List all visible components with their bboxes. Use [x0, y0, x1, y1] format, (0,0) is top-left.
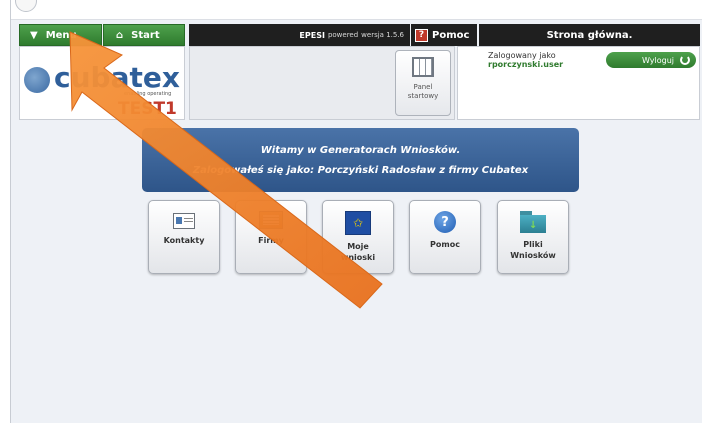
epesi-powered: powered — [327, 31, 359, 39]
help-icon: ? — [434, 211, 456, 233]
environment-label: TEST1 — [118, 99, 177, 119]
company-icon — [259, 211, 283, 229]
home-icon: ⌂ — [116, 29, 124, 41]
start-label: Start — [131, 29, 160, 41]
dashboard-label-line2: startowy — [407, 92, 439, 100]
tile-help[interactable]: ? Pomoc — [409, 200, 481, 274]
company-logo[interactable]: cubatex enabling operating TEST1 — [19, 46, 185, 120]
tile-label: Pliki Wniosków — [510, 240, 556, 260]
page-title: Strona główna. — [479, 24, 700, 46]
help-question-icon: ? — [415, 28, 428, 42]
epesi-version-bar: EPESI powered wersja 1.5.6 — [189, 24, 410, 46]
menu-label: Menu — [45, 29, 77, 41]
power-icon — [680, 55, 690, 65]
help-label: Pomoc — [432, 29, 470, 41]
welcome-banner: Witamy w Generatorach Wniosków. Zalogowa… — [142, 128, 579, 192]
welcome-line: Witamy w Generatorach Wniosków. — [260, 144, 461, 156]
page-title-text: Strona główna. — [546, 29, 633, 41]
epesi-brand: EPESI — [299, 30, 325, 40]
logo-brand: cubatex — [54, 61, 180, 94]
dashboard-grid-icon — [412, 57, 434, 77]
tile-label: Kontakty — [163, 236, 205, 245]
tile-application-files[interactable]: ↓ Pliki Wniosków — [497, 200, 569, 274]
tile-label: Moje wnioski — [340, 242, 376, 262]
logged-in-line: Zalogowałeś się jako: Porczyński Radosła… — [192, 164, 529, 176]
help-button[interactable]: ? Pomoc — [411, 24, 477, 46]
contact-card-icon — [173, 213, 195, 229]
tile-contacts[interactable]: Kontakty — [148, 200, 220, 274]
triangle-down-icon: ▼ — [30, 29, 38, 41]
user-panel: Zalogowany jako rporczynski.user Wyloguj — [457, 46, 700, 120]
logo-globe-icon — [24, 67, 50, 93]
tile-companies[interactable]: Firmy — [235, 200, 307, 274]
epesi-version: wersja 1.5.6 — [361, 31, 404, 39]
start-button[interactable]: ⌂ Start — [103, 24, 185, 46]
logout-button[interactable]: Wyloguj — [606, 52, 696, 68]
app-frame: ▼ Menu ⌂ Start EPESI powered wersja 1.5.… — [10, 0, 702, 423]
logged-as-label: Zalogowany jako — [488, 51, 556, 60]
logo-tagline: enabling operating — [124, 91, 172, 97]
dashboard-label-line1: Panel — [413, 83, 433, 91]
eu-flag-icon: ✩ — [345, 211, 371, 235]
browser-top-strip — [11, 0, 702, 20]
tile-my-applications[interactable]: ✩ Moje wnioski — [322, 200, 394, 274]
browser-back-button[interactable] — [15, 0, 37, 12]
menu-button[interactable]: ▼ Menu — [19, 24, 102, 46]
tile-label: Firmy — [258, 236, 284, 245]
folder-icon: ↓ — [520, 211, 546, 233]
tile-label: Pomoc — [430, 240, 460, 249]
username-link[interactable]: rporczynski.user — [488, 60, 563, 69]
logout-label: Wyloguj — [642, 55, 674, 65]
dashboard-button[interactable]: Panel startowy — [395, 50, 451, 116]
